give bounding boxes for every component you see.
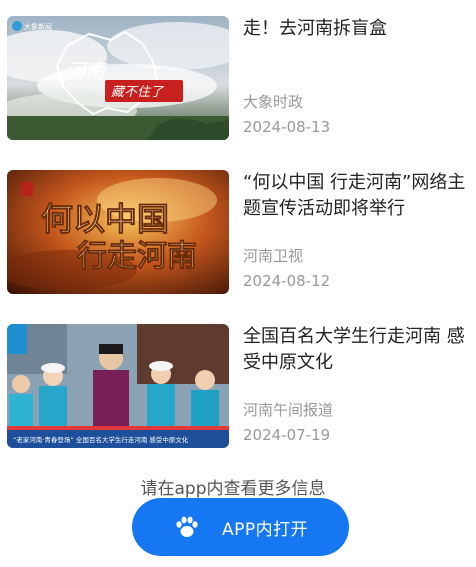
students-group-thumbnail-image: “老家河南·青春登场” 全国百名大学生行走河南 感受中原文化 [7, 324, 229, 448]
open-in-app-label: APP内打开 [222, 519, 309, 540]
news-item[interactable]: 何以中国 行走河南 “何以中国 行走河南”网络主题宣传活动即将举行 河南卫视 2… [7, 170, 469, 294]
paw-icon [176, 516, 198, 537]
thumb-calligraphy-line1: 何以中国 [41, 200, 169, 238]
news-source: 河南午间报道 [243, 401, 334, 419]
news-source: 河南卫视 [243, 247, 304, 265]
news-date: 2024-08-12 [243, 272, 331, 290]
news-item[interactable]: “老家河南·青春登场” 全国百名大学生行走河南 感受中原文化 全国百名大学生行走… [7, 324, 469, 448]
news-thumbnail[interactable]: “老家河南·青春登场” 全国百名大学生行走河南 感受中原文化 [7, 324, 229, 448]
henan-map-thumbnail-image: 河南 藏不住了 大象新闻 [7, 16, 229, 140]
news-item[interactable]: 河南 藏不住了 大象新闻 走！去河南拆盲盒 大象时政 2024-08-13 [7, 16, 469, 140]
news-title[interactable]: 全国百名大学生行走河南 感受中原文化 [243, 324, 469, 376]
news-thumbnail[interactable]: 河南 藏不住了 大象新闻 [7, 16, 229, 140]
thumb-tagline-text: 藏不住了 [111, 85, 164, 100]
thumb-logo-text: 大象新闻 [24, 22, 52, 31]
news-date: 2024-07-19 [243, 426, 331, 444]
news-date: 2024-08-13 [243, 118, 331, 136]
more-info-hint: 请在app内查看更多信息 [140, 479, 326, 499]
news-title[interactable]: “何以中国 行走河南”网络主题宣传活动即将举行 [243, 170, 469, 222]
open-in-app-button[interactable]: APP内打开 [132, 498, 349, 556]
calligraphy-thumbnail-image: 何以中国 行走河南 [7, 170, 229, 294]
thumb-province-text: 河南 [65, 59, 108, 83]
thumb-calligraphy-line2: 行走河南 [76, 239, 197, 274]
news-thumbnail[interactable]: 何以中国 行走河南 [7, 170, 229, 294]
thumb-caption-text: “老家河南·青春登场” 全国百名大学生行走河南 感受中原文化 [13, 435, 189, 444]
news-title[interactable]: 走！去河南拆盲盒 [243, 16, 469, 42]
news-source: 大象时政 [243, 93, 304, 111]
